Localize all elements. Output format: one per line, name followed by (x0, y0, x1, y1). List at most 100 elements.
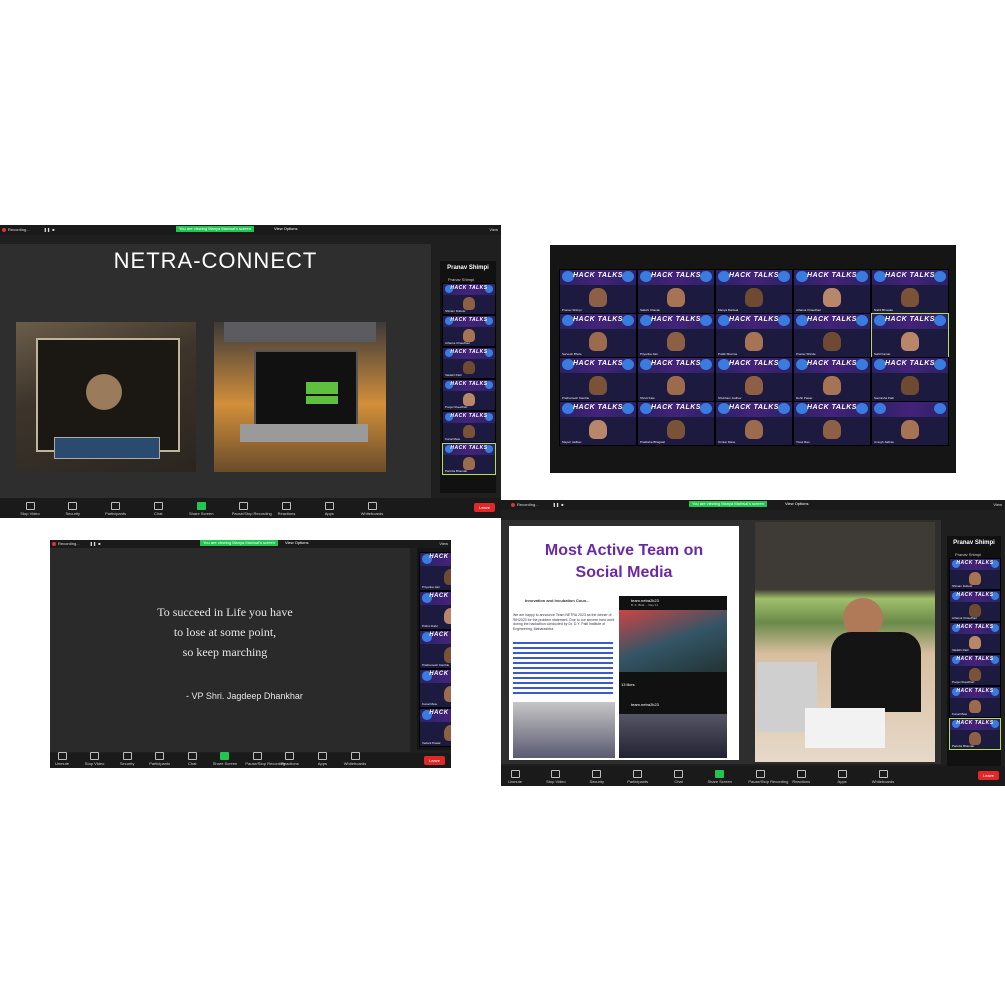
toolbar-security-button[interactable]: Security (61, 502, 85, 516)
toolbar-label: Security (65, 511, 80, 516)
video-tile[interactable]: HACK TALKS Atharva Chaudhari (949, 590, 1001, 622)
toolbar-stop-video-button[interactable]: Stop Video (18, 502, 42, 516)
toolbar-share-screen-button[interactable]: Share Screen (213, 752, 237, 766)
participants-sidebar: Pranav Shimpi Pranav Shimpi HACK TALKS Sh… (947, 536, 1001, 768)
view-button[interactable]: View (489, 227, 498, 232)
share-screen-icon (714, 770, 724, 778)
participant-name: Samiksha Patil (874, 396, 894, 400)
toolbar-apps-button[interactable]: Apps (830, 770, 854, 784)
toolbar-chat-button[interactable]: Chat (180, 752, 204, 766)
pause-stop-recording-icon (239, 502, 249, 510)
video-tile[interactable]: HACK TALKS Parinita Bhandar (949, 718, 1001, 750)
video-tile[interactable]: HACK TALKS Prithvi Dalvi (419, 591, 451, 630)
post-photo (513, 702, 615, 758)
chat-icon (674, 770, 684, 778)
participant-avatar (822, 420, 842, 440)
toolbar-security-button[interactable]: Security (115, 752, 139, 766)
toolbar-unmute-button[interactable]: Unmute (50, 752, 74, 766)
toolbar-pause-stop-recording-button[interactable]: Pause/Stop Recording (245, 752, 285, 766)
video-tile[interactable]: Amogh Jadhav (871, 401, 949, 446)
toolbar-whiteboards-button[interactable]: Whiteboards (343, 752, 367, 766)
video-tile[interactable]: HACK TALKS Pratiksha Bhagwat (637, 401, 715, 446)
pause-icon[interactable]: ❚❚ (90, 541, 97, 546)
toolbar-reactions-button[interactable]: Reactions (275, 502, 299, 516)
toolbar-label: Share Screen (212, 761, 238, 766)
video-tile[interactable]: HACK TALKS Priyanka Jain (637, 313, 715, 358)
video-tile[interactable]: HACK TALKS Vaidehi Patil (442, 347, 496, 379)
pause-icon[interactable]: ❚❚ (44, 227, 51, 232)
toolbar-stop-video-button[interactable]: Stop Video (83, 752, 107, 766)
video-tile[interactable]: HACK TALKS Prathamesh Kamble (419, 630, 451, 669)
toolbar-participants-button[interactable]: Participants (626, 770, 650, 784)
video-tile[interactable]: HACK TALKS Atharva Chaudhari (793, 269, 871, 314)
toolbar-chat-button[interactable]: Chat (146, 502, 170, 516)
video-tile[interactable]: HACK TALKS Atharva Chaudhari (442, 315, 496, 347)
toolbar-pause-stop-recording-button[interactable]: Pause/Stop Recording (748, 770, 788, 784)
video-tile[interactable]: HACK TALKS Shivam Dubole (442, 283, 496, 315)
toolbar-apps-button[interactable]: Apps (317, 502, 341, 516)
toolbar-stop-video-button[interactable]: Stop Video (544, 770, 568, 784)
view-button[interactable]: View (993, 502, 1002, 507)
toolbar-pause-stop-recording-button[interactable]: Pause/Stop Recording (232, 502, 272, 516)
toolbar-share-screen-button[interactable]: Share Screen (189, 502, 213, 516)
video-tile[interactable]: HACK TALKS Pooja Chaudhari (949, 654, 1001, 686)
pause-stop-recording-icon (755, 770, 765, 778)
video-tile[interactable]: HACK TALKS Shivam Dubole (949, 558, 1001, 590)
shared-slide: NETRA-CONNECT (0, 244, 431, 499)
video-tile[interactable]: HACK TALKS Shubham Jadhav (715, 357, 793, 402)
video-tile[interactable]: HACK TALKS Samiksha Patil (871, 357, 949, 402)
video-tile[interactable]: HACK TALKS Vivek Rao (793, 401, 871, 446)
video-tile[interactable]: HACK TALKS Omkar Mane (715, 401, 793, 446)
video-tile[interactable]: HACK TALKS Shruti Kale (637, 357, 715, 402)
participant-avatar (822, 376, 842, 396)
quote-text: To succeed in Life you have to lose at s… (50, 602, 400, 662)
video-tile[interactable]: HACK TALKS Rohit Pawar (793, 357, 871, 402)
toolbar-chat-button[interactable]: Chat (667, 770, 691, 784)
toolbar-whiteboards-button[interactable]: Whiteboards (360, 502, 384, 516)
video-tile[interactable]: HACK TALKS Kunal Mete (419, 669, 451, 708)
hack-talks-logo: HACK TALKS (450, 349, 488, 356)
video-tile[interactable]: HACK TALKS Parinita Bhandar (442, 443, 496, 475)
video-tile[interactable]: HACK TALKS Prathamesh Kamble (559, 357, 637, 402)
view-options-menu[interactable]: View Options (285, 540, 309, 546)
toolbar-apps-button[interactable]: Apps (310, 752, 334, 766)
video-tile[interactable]: HACK TALKS Manya Mariwal (715, 269, 793, 314)
view-options-menu[interactable]: View Options (274, 226, 298, 232)
video-tile[interactable]: HACK TALKS Priyanka Jain (419, 552, 451, 591)
video-tile[interactable]: HACK TALKS Vaidehi Patil (949, 622, 1001, 654)
recording-indicator[interactable]: Recording... ❚❚ ■ (2, 227, 55, 232)
view-button[interactable]: View (439, 541, 448, 546)
meeting-toolbar: Leave Stop Video Security Participants Chat… (0, 498, 501, 518)
recording-indicator[interactable]: Recording... ❚❚ ■ (511, 502, 564, 507)
toolbar-participants-button[interactable]: Participants (148, 752, 172, 766)
stop-icon[interactable]: ■ (98, 541, 100, 546)
stop-icon[interactable]: ■ (561, 502, 563, 507)
record-icon (52, 541, 56, 546)
video-tile[interactable]: HACK TALKS Nikhil Bhosale (871, 269, 949, 314)
video-tile[interactable]: HACK TALKS Mayuri Jadhav (559, 401, 637, 446)
leave-button[interactable]: Leave (978, 771, 999, 780)
toolbar-reactions-button[interactable]: Reactions (789, 770, 813, 784)
toolbar-participants-button[interactable]: Participants (104, 502, 128, 516)
toolbar-security-button[interactable]: Security (585, 770, 609, 784)
view-options-menu[interactable]: View Options (785, 501, 809, 507)
video-tile[interactable]: HACK TALKS Vedant Pawar (419, 708, 451, 747)
toolbar-unmute-button[interactable]: Unmute (503, 770, 527, 784)
leave-button[interactable]: Leave (424, 756, 445, 765)
video-tile[interactable]: HACK TALKS Pranav Shinde (793, 313, 871, 358)
toolbar-reactions-button[interactable]: Reactions (278, 752, 302, 766)
stop-icon[interactable]: ■ (52, 227, 54, 232)
video-tile[interactable]: HACK TALKS Kunal Mete (442, 411, 496, 443)
leave-button[interactable]: Leave (474, 503, 495, 512)
video-tile[interactable]: HACK TALKS Pooja Chaudhari (442, 379, 496, 411)
toolbar-share-screen-button[interactable]: Share Screen (707, 770, 732, 784)
video-tile[interactable]: HACK TALKS Kunal Mete (949, 686, 1001, 718)
video-tile[interactable]: HACK TALKS Sarvesh Bhole (559, 313, 637, 358)
video-tile[interactable]: HACK TALKS Sakshi Chavan (637, 269, 715, 314)
video-tile[interactable]: HACK TALKS Sahil Kamat (871, 313, 949, 358)
video-tile[interactable]: HACK TALKS Pratik Sharma (715, 313, 793, 358)
video-tile[interactable]: HACK TALKS Pranav Shimpi (559, 269, 637, 314)
toolbar-whiteboards-button[interactable]: Whiteboards (871, 770, 895, 784)
pause-icon[interactable]: ❚❚ (553, 502, 560, 507)
recording-indicator[interactable]: Recording... ❚❚ ■ (52, 541, 101, 546)
